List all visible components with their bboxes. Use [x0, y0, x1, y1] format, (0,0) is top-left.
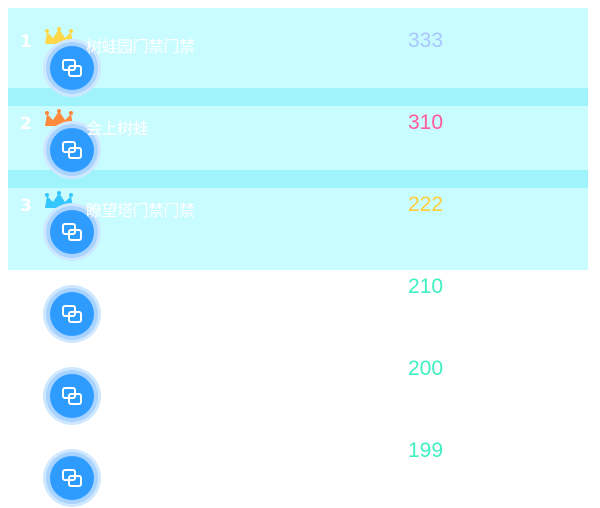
avatar-icon[interactable]: [42, 366, 102, 426]
leaderboard-row[interactable]: 200: [8, 336, 588, 425]
leaderboard-row[interactable]: 3 瞭望塔门禁门禁 222: [8, 172, 588, 261]
leaderboard-row[interactable]: 1 树蛙园门禁门禁 333: [8, 8, 588, 97]
score-value: 333: [408, 29, 444, 52]
player-name: 会上树蛙: [86, 119, 149, 138]
rank-number: 3: [20, 196, 32, 216]
leaderboard-row[interactable]: 210: [8, 254, 588, 343]
player-name: 树蛙园门禁门禁: [86, 37, 195, 56]
leaderboard: 1 树蛙园门禁门禁 333 2 会上树蛙 310 3 瞭望塔门禁门禁 222 2…: [8, 8, 588, 507]
score-value: 222: [408, 193, 444, 216]
score-value: 199: [408, 439, 444, 462]
leaderboard-row[interactable]: 199: [8, 418, 588, 507]
avatar-icon[interactable]: [42, 448, 102, 508]
avatar-icon[interactable]: [42, 284, 102, 344]
score-value: 200: [408, 357, 444, 380]
leaderboard-row[interactable]: 2 会上树蛙 310: [8, 90, 588, 179]
player-name: 瞭望塔门禁门禁: [86, 201, 195, 220]
rank-number: 2: [20, 114, 32, 134]
score-value: 210: [408, 275, 444, 298]
score-value: 310: [408, 111, 444, 134]
rank-number: 1: [20, 32, 32, 52]
